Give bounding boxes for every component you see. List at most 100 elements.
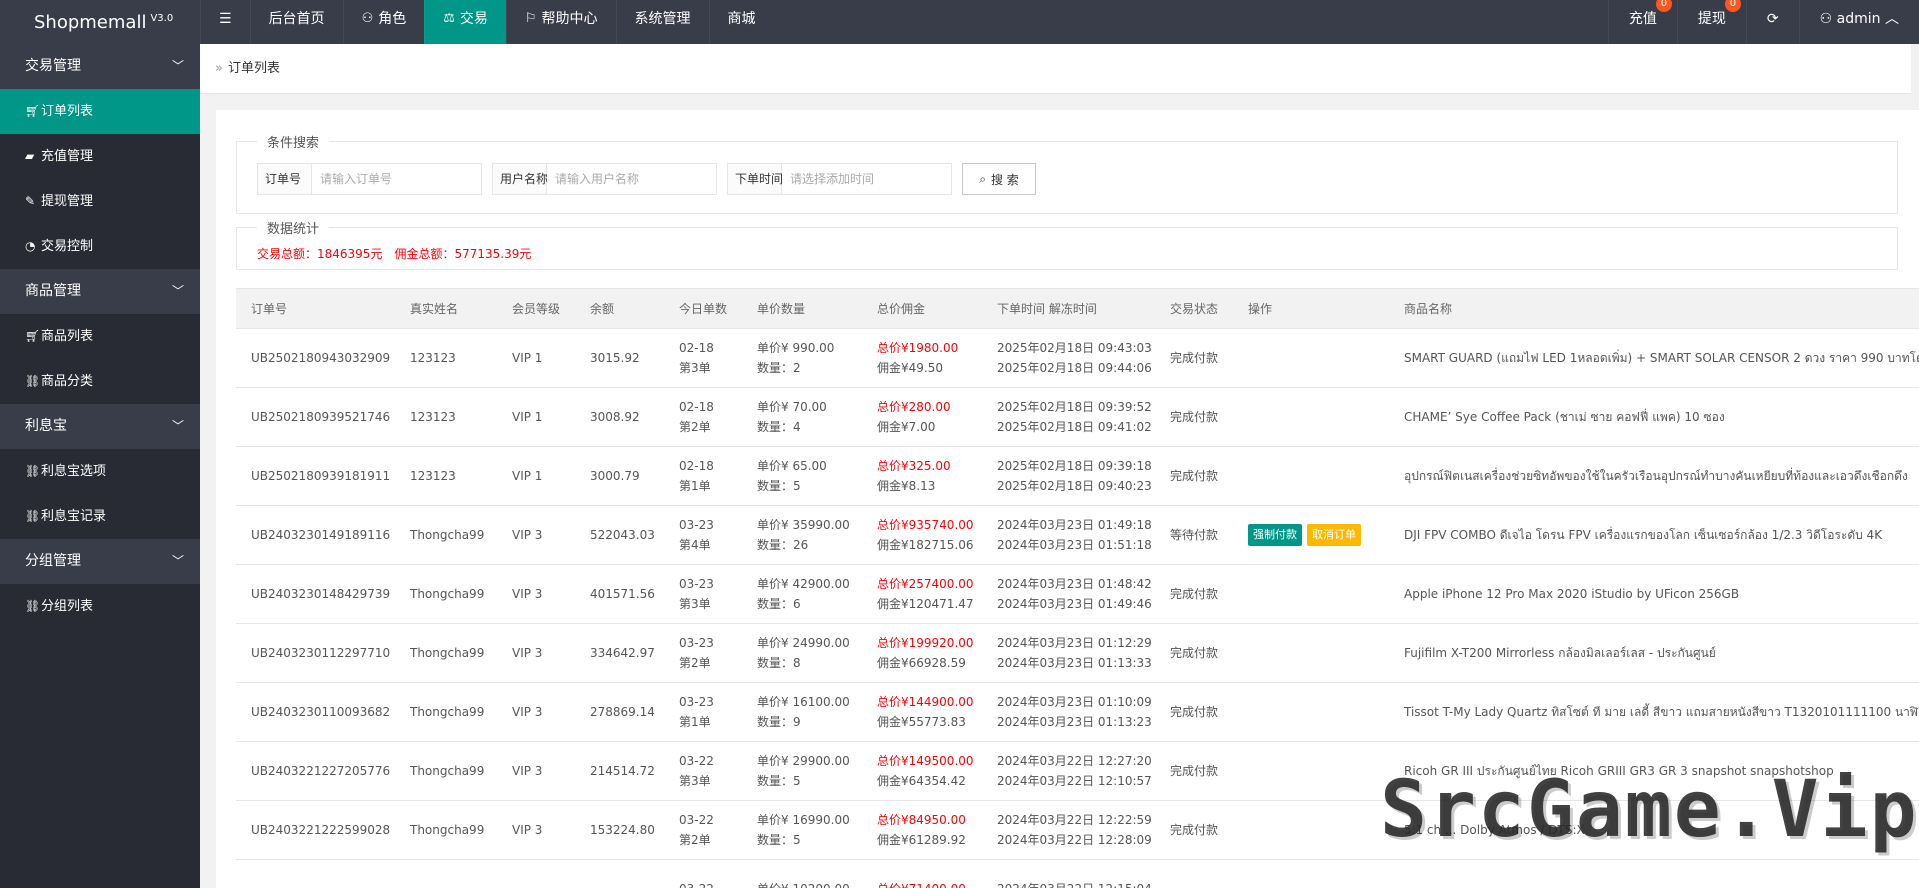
refresh-button[interactable]: ⟳ [1745, 0, 1799, 44]
sidebar-item-interest-options[interactable]: ⛓利息宝选项 [0, 449, 200, 494]
sidebar-group-label: 分组管理 [25, 553, 81, 569]
cancel-order-button[interactable]: 取消订单 [1307, 524, 1361, 546]
sidebar-group-interest[interactable]: 利息宝 ﹀ [0, 404, 200, 449]
table-cell: 03-22 [664, 859, 742, 888]
table-cell [1389, 859, 1919, 888]
balance: 278869.14 [590, 705, 655, 719]
table-cell [1233, 800, 1389, 860]
sidebar-item-product-category[interactable]: ⛓商品分类 [0, 359, 200, 404]
order-time: 2024年03月23日 01:49:18 [997, 518, 1152, 532]
table-row[interactable]: UB2403230110093682 Thongcha99 VIP 3 278869.… [236, 682, 1919, 742]
table-row[interactable]: UB2403230112297710 Thongcha99 VIP 3 334642.… [236, 623, 1919, 683]
sidebar-item-group-list[interactable]: ⛓分组列表 [0, 584, 200, 629]
order-number: UB2403221227205776 [251, 764, 391, 778]
table-cell [236, 859, 395, 888]
table-cell: UB2502180939521746 [236, 387, 395, 447]
today-date: 02-18 [679, 400, 714, 414]
column-header: 总价佣金 [862, 288, 982, 329]
nav-mall[interactable]: 商城 [708, 0, 774, 44]
menu-toggle-button[interactable]: ☰ [200, 0, 250, 44]
user-icon: ⚇ [1819, 11, 1833, 27]
force-pay-button[interactable]: 强制付款 [1248, 524, 1302, 546]
table-cell: 2024年03月23日 01:48:42 2024年03月23日 01:49:46 [982, 564, 1155, 624]
search-button[interactable]: ⌕ 搜 索 [962, 163, 1036, 195]
logo-text: Shopmemall [34, 12, 147, 33]
app-logo[interactable]: Shopmemall V3.0 [0, 0, 200, 44]
sidebar-item-withdraw[interactable]: ✎ 提现管理 [0, 179, 200, 224]
withdraw-link[interactable]: 提现 0 [1676, 0, 1746, 44]
table-row[interactable]: UB2502180939181911 123123 VIP 1 3000.79 02-1… [236, 446, 1919, 506]
sidebar-group-groups[interactable]: 分组管理 ﹀ [0, 539, 200, 584]
refresh-icon: ⟳ [1766, 11, 1779, 27]
header-right: 充值 0 提现 0 ⟳ ⚇ admin ︿ [1607, 0, 1919, 44]
table-cell: DJI FPV COMBO ดีเจไอ โดรน FPV เครื่องแรก… [1389, 505, 1919, 565]
order-time-input[interactable] [782, 164, 951, 194]
table-cell: UB2403230149189116 [236, 505, 395, 565]
table-row[interactable]: UB2502180939521746 123123 VIP 1 3008.92 02-1… [236, 387, 1919, 447]
table-cell: 03-22 第3单 [664, 741, 742, 801]
unfreeze-time: 2024年03月23日 01:49:46 [997, 597, 1152, 611]
trade-status: 完成付款 [1170, 351, 1219, 365]
order-number: UB2502180943032909 [251, 351, 391, 365]
nav-help-label: 帮助中心 [541, 11, 598, 27]
table-cell: 3015.92 [575, 328, 664, 388]
recharge-link[interactable]: 充值 0 [1607, 0, 1677, 44]
table-cell: 单价¥ 42900.00 数量：6 [742, 564, 862, 624]
unit-price: 单价¥ 42900.00 [757, 577, 850, 591]
table-cell: 总价¥84950.00 佣金¥61289.92 [862, 800, 982, 860]
table-row[interactable]: 03-22 单价¥ 10200.00 总价¥71400.00 2024年03月22日 … [236, 859, 1919, 888]
order-number-input[interactable] [312, 164, 481, 194]
username-input[interactable] [547, 164, 716, 194]
table-cell: 总价¥199920.00 佣金¥66928.59 [862, 623, 982, 683]
table-cell: VIP 3 [497, 741, 575, 801]
table-cell: 完成付款 [1155, 682, 1233, 742]
order-time: 2024年03月22日 12:27:20 [997, 754, 1152, 768]
nav-roles[interactable]: ⚇ 角色 [342, 0, 425, 44]
unfreeze-time: 2025年02月18日 09:41:02 [997, 420, 1152, 434]
column-header: 交易状态 [1155, 288, 1233, 329]
order-number: UB2403230110093682 [251, 705, 391, 719]
commission: 佣金¥8.13 [877, 479, 936, 493]
sidebar-item-product-list[interactable]: 🛒︎商品列表 [0, 314, 200, 359]
commission: 佣金¥55773.83 [877, 715, 966, 729]
sidebar-item-interest-records[interactable]: ⛓利息宝记录 [0, 494, 200, 539]
sidebar-group-products[interactable]: 商品管理 ﹀ [0, 269, 200, 314]
chevron-down-icon: ﹀ [171, 419, 184, 433]
table-row[interactable]: UB2502180943032909 123123 VIP 1 3015.92 02-1… [236, 328, 1919, 388]
search-button-label: 搜 索 [990, 172, 1019, 187]
sidebar-item-trade-control[interactable]: ◔ 交易控制 [0, 224, 200, 269]
sidebar-item-label: 利息宝选项 [41, 464, 107, 479]
table-cell: 123123 [395, 446, 497, 506]
member-level: VIP 3 [512, 528, 543, 542]
today-order-count: 第4单 [679, 538, 711, 552]
unit-price: 单价¥ 35990.00 [757, 518, 850, 532]
trade-status: 完成付款 [1170, 823, 1219, 837]
total-price: 总价¥144900.00 [877, 695, 974, 709]
link-icon: ⛓ [25, 509, 41, 523]
table-cell: UB2502180939181911 [236, 446, 395, 506]
table-cell: 123123 [395, 387, 497, 447]
sidebar-group-trade[interactable]: 交易管理 ﹀ [0, 44, 200, 89]
table-row[interactable]: UB2403230149189116 Thongcha99 VIP 3 522043.… [236, 505, 1919, 565]
table-row[interactable]: UB2403230148429739 Thongcha99 VIP 3 401571.… [236, 564, 1919, 624]
sidebar-item-recharge[interactable]: ▰ 充值管理 [0, 134, 200, 179]
top-nav: ☰ 后台首页 ⚇ 角色 ⚖ 交易 ⚐ 帮助中心 系统管理 商城 [200, 0, 774, 44]
search-row: 订单号 用户名称 下单时间 ⌕ 搜 索 [257, 163, 1036, 195]
table-cell: 单价¥ 35990.00 数量：26 [742, 505, 862, 565]
real-name: 123123 [410, 410, 456, 424]
quantity: 数量：2 [757, 361, 801, 375]
nav-system[interactable]: 系统管理 [615, 0, 709, 44]
table-cell: 单价¥ 990.00 数量：2 [742, 328, 862, 388]
member-level: VIP 1 [512, 351, 543, 365]
balance: 334642.97 [590, 646, 655, 660]
user-menu[interactable]: ⚇ admin ︿ [1798, 0, 1919, 44]
today-date: 03-23 [679, 695, 714, 709]
nav-help[interactable]: ⚐ 帮助中心 [505, 0, 616, 44]
sidebar-item-label: 商品列表 [41, 329, 94, 344]
table-cell: Fujifilm X-T200 Mirrorless กล้องมิลเลอร์… [1389, 623, 1919, 683]
nav-trade[interactable]: ⚖ 交易 [424, 0, 506, 44]
sidebar-item-orders[interactable]: 🛒︎订单列表 [0, 89, 200, 134]
nav-home[interactable]: 后台首页 [249, 0, 343, 44]
sidebar-group-label: 利息宝 [25, 418, 67, 434]
real-name: 123123 [410, 469, 456, 483]
